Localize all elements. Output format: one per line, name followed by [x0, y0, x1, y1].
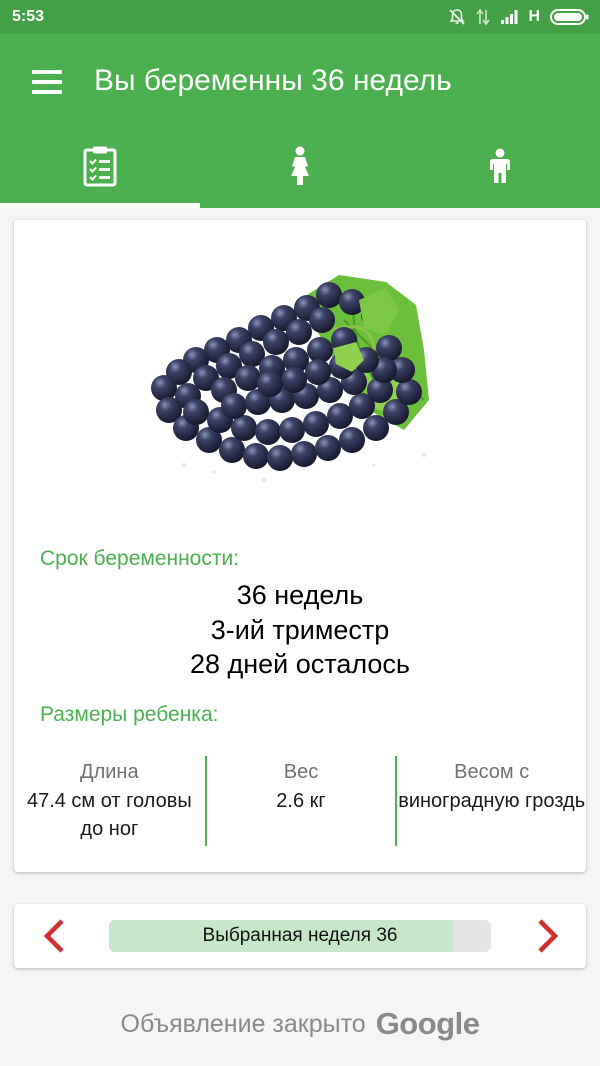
- status-time: 5:53: [12, 8, 45, 25]
- status-icons: H: [448, 6, 590, 28]
- chevron-right-icon[interactable]: [536, 918, 560, 954]
- pregnant-woman-icon: [285, 146, 315, 191]
- tab-mother[interactable]: [200, 128, 400, 208]
- week-progress-bar[interactable]: Выбранная неделя 36: [109, 920, 491, 952]
- tab-selected-indicator: [0, 203, 200, 208]
- ad-closed-banner: Объявление закрыто Google: [0, 1002, 600, 1046]
- ad-closed-text: Объявление закрыто: [120, 1009, 366, 1038]
- notifications-off-icon: [448, 8, 466, 26]
- metric-comparison: Весом с виноградную гроздь: [395, 756, 586, 846]
- weeks-value: 36 недель: [236, 580, 364, 610]
- term-values: 36 недель 3-ий триместр 28 дней осталось: [14, 578, 586, 682]
- metric-label: Длина: [80, 761, 139, 783]
- tab-overview[interactable]: [0, 128, 200, 208]
- network-type: H: [528, 8, 540, 25]
- metric-weight: Вес 2.6 кг: [204, 756, 396, 846]
- signal-icon: [500, 9, 518, 25]
- tab-bar: [0, 128, 600, 208]
- data-transfer-icon: [476, 8, 491, 26]
- clipboard-checklist-icon: [83, 145, 117, 192]
- battery-icon: [550, 8, 590, 26]
- selected-week-label: Выбранная неделя 36: [202, 925, 398, 946]
- metric-length: Длина 47.4 см от головы до ног: [14, 756, 205, 846]
- days-left-value: 28 дней осталось: [189, 649, 411, 679]
- baby-metrics: Длина 47.4 см от головы до ног Вес 2.6 к…: [14, 756, 586, 846]
- baby-size-label: Размеры ребенка:: [40, 703, 219, 726]
- metric-value: 2.6 кг: [276, 790, 326, 812]
- app-bar: Вы беременны 36 недель: [0, 34, 600, 128]
- metric-value: виноградную гроздь: [398, 790, 586, 812]
- pregnancy-info-card: Срок беременности: 36 недель 3-ий тримес…: [14, 220, 586, 872]
- chevron-left-icon[interactable]: [42, 918, 66, 954]
- metric-label: Вес: [283, 761, 319, 783]
- trimester-value: 3-ий триместр: [210, 614, 390, 645]
- tab-baby[interactable]: [400, 128, 600, 208]
- grapes-image: [151, 275, 429, 482]
- metric-value: 47.4 см от головы до ног: [26, 790, 192, 840]
- status-bar: 5:53 H: [0, 0, 600, 34]
- hamburger-menu-icon[interactable]: [24, 62, 70, 102]
- google-logo: Google: [375, 1006, 480, 1041]
- child-icon: [486, 148, 514, 189]
- page-title: Вы беременны 36 недель: [94, 64, 452, 97]
- metric-label: Весом с: [454, 761, 530, 783]
- term-label: Срок беременности:: [40, 547, 240, 570]
- week-selector: Выбранная неделя 36: [14, 904, 586, 968]
